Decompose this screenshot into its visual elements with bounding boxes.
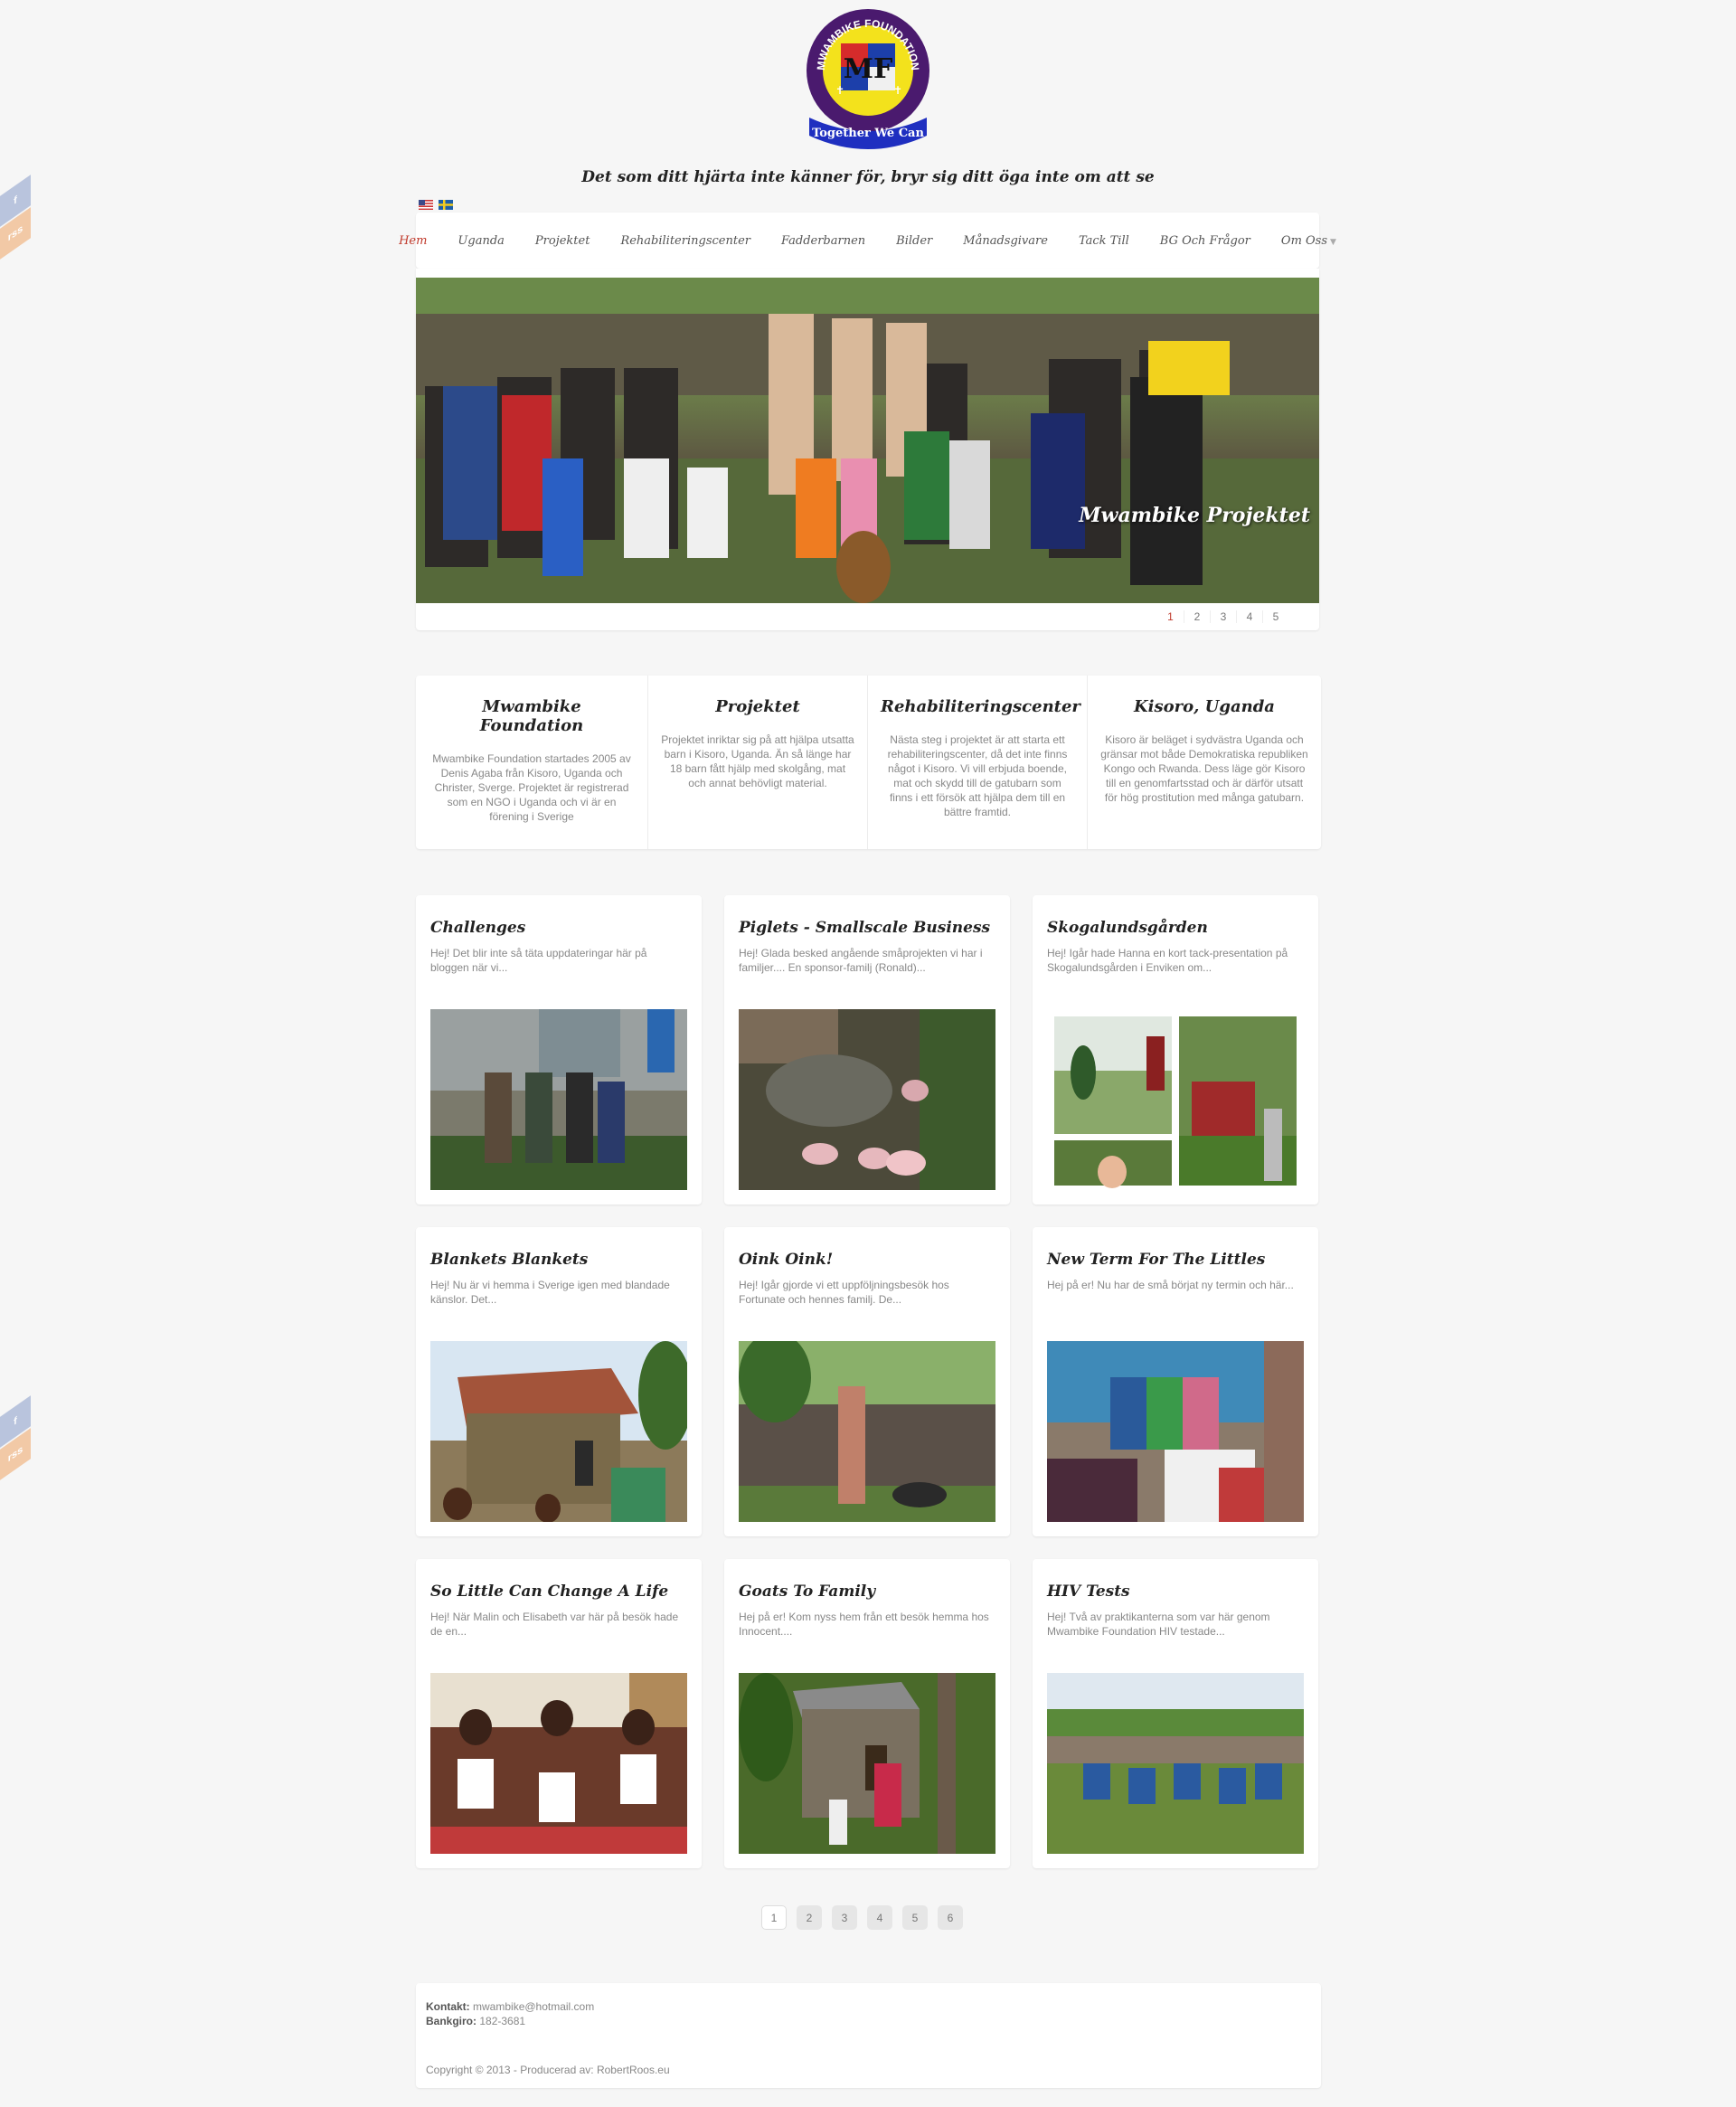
post-excerpt: Hej på er! Nu har de små börjat ny termi… bbox=[1047, 1279, 1294, 1291]
footer-bankgiro: Bankgiro: 182-3681 bbox=[426, 2014, 1311, 2028]
svg-text:✝: ✝ bbox=[835, 84, 844, 97]
feature-title: Rehabiliteringscenter bbox=[881, 697, 1080, 716]
post-card[interactable]: Challenges Hej! Det blir inte så täta up… bbox=[416, 895, 702, 1205]
slider-page[interactable]: 5 bbox=[1262, 610, 1288, 623]
post-excerpt: Hej! Det blir inte så täta uppdateringar… bbox=[430, 947, 647, 974]
feature-box: Projektet Projektet inriktar sig på att … bbox=[648, 676, 868, 849]
image-slider: Mwambike Projektet 1 2 3 4 5 bbox=[416, 269, 1319, 630]
us-flag-icon[interactable] bbox=[419, 200, 433, 210]
contact-email[interactable]: mwambike@hotmail.com bbox=[473, 2000, 594, 2013]
post-thumbnail[interactable] bbox=[1047, 1673, 1304, 1854]
post-excerpt: Hej! Glada besked angående småprojekten … bbox=[739, 947, 983, 974]
nav-item-hem[interactable]: Hem bbox=[383, 234, 442, 248]
copyright: Copyright © 2013 - Producerad av: Robert… bbox=[426, 2064, 670, 2076]
nav-item-bilder[interactable]: Bilder bbox=[881, 234, 948, 248]
post-title[interactable]: Goats To Family bbox=[739, 1583, 995, 1601]
feature-title: Projektet bbox=[715, 697, 800, 716]
slider-pager: 1 2 3 4 5 bbox=[1157, 610, 1288, 623]
post-excerpt: Hej! Två av praktikanterna som var här g… bbox=[1047, 1611, 1270, 1638]
footer-contact: Kontakt: mwambike@hotmail.com bbox=[426, 1999, 1311, 2014]
post-card[interactable]: Piglets - Smallscale Business Hej! Glada… bbox=[724, 895, 1010, 1205]
social-tab-bottom: f rss bbox=[0, 1395, 31, 1480]
post-excerpt: Hej på er! Kom nyss hem från ett besök h… bbox=[739, 1611, 989, 1638]
post-thumbnail[interactable] bbox=[1047, 1009, 1304, 1190]
post-excerpt: Hej! Igår gjorde vi ett uppföljningsbesö… bbox=[739, 1279, 949, 1306]
feature-text: Mwambike Foundation startades 2005 av De… bbox=[432, 752, 631, 823]
post-title[interactable]: HIV Tests bbox=[1047, 1583, 1304, 1601]
post-thumbnail[interactable] bbox=[1047, 1341, 1304, 1522]
feature-text: Nästa steg i projektet är att starta ett… bbox=[887, 733, 1068, 818]
post-thumbnail[interactable] bbox=[430, 1673, 687, 1854]
post-card[interactable]: Oink Oink! Hej! Igår gjorde vi ett uppfö… bbox=[724, 1227, 1010, 1536]
post-card[interactable]: So Little Can Change A Life Hej! När Mal… bbox=[416, 1559, 702, 1868]
tagline: Det som ditt hjärta inte känner för, bry… bbox=[581, 168, 1155, 186]
page-button[interactable]: 3 bbox=[832, 1905, 857, 1930]
contact-label: Kontakt: bbox=[426, 2000, 470, 2013]
slider-page[interactable]: 4 bbox=[1236, 610, 1262, 623]
pagination: 1 2 3 4 5 6 bbox=[761, 1905, 963, 1930]
logo-banner: Together We Can bbox=[812, 127, 924, 140]
post-excerpt: Hej! När Malin och Elisabeth var här på … bbox=[430, 1611, 679, 1638]
post-card[interactable]: Goats To Family Hej på er! Kom nyss hem … bbox=[724, 1559, 1010, 1868]
post-card[interactable]: New Term For The Littles Hej på er! Nu h… bbox=[1033, 1227, 1318, 1536]
page-button[interactable]: 2 bbox=[797, 1905, 822, 1930]
post-excerpt: Hej! Igår hade Hanna en kort tack-presen… bbox=[1047, 947, 1288, 974]
nav-item-uganda[interactable]: Uganda bbox=[442, 234, 519, 248]
main-nav: Hem Uganda Projektet Rehabiliteringscent… bbox=[399, 213, 1336, 269]
feature-title: Mwambike Foundation bbox=[479, 697, 584, 735]
page-button[interactable]: 1 bbox=[761, 1905, 787, 1930]
logo[interactable]: MWAMBIKE FOUNDATION MF ✝ ✝ Together We C… bbox=[805, 7, 931, 152]
post-excerpt: Hej! Nu är vi hemma i Sverige igen med b… bbox=[430, 1279, 670, 1306]
slider-page[interactable]: 1 bbox=[1157, 610, 1184, 623]
nav-item-tack-till[interactable]: Tack Till bbox=[1063, 234, 1145, 248]
post-card[interactable]: HIV Tests Hej! Två av praktikanterna som… bbox=[1033, 1559, 1318, 1868]
bankgiro-label: Bankgiro: bbox=[426, 2015, 477, 2027]
slider-page[interactable]: 2 bbox=[1184, 610, 1210, 623]
post-title[interactable]: So Little Can Change A Life bbox=[430, 1583, 687, 1601]
feature-box: Mwambike Foundation Mwambike Foundation … bbox=[416, 676, 648, 849]
post-title[interactable]: Blankets Blankets bbox=[430, 1251, 687, 1269]
nav-item-rehabiliteringscenter[interactable]: Rehabiliteringscenter bbox=[605, 234, 766, 248]
post-title[interactable]: Piglets - Smallscale Business bbox=[739, 919, 995, 937]
post-thumbnail[interactable] bbox=[430, 1341, 687, 1522]
post-title[interactable]: New Term For The Littles bbox=[1047, 1251, 1304, 1269]
post-thumbnail[interactable] bbox=[739, 1341, 995, 1522]
post-title[interactable]: Challenges bbox=[430, 919, 687, 937]
page-button[interactable]: 4 bbox=[867, 1905, 892, 1930]
post-thumbnail[interactable] bbox=[739, 1673, 995, 1854]
feature-text: Projektet inriktar sig på att hjälpa uts… bbox=[661, 733, 854, 789]
svg-text:✝: ✝ bbox=[893, 84, 902, 97]
page-button[interactable]: 5 bbox=[902, 1905, 928, 1930]
nav-item-projektet[interactable]: Projektet bbox=[520, 234, 606, 248]
post-title[interactable]: Skogalundsgården bbox=[1047, 919, 1304, 937]
nav-item-om-oss[interactable]: Om Oss ▼ bbox=[1266, 234, 1352, 248]
bankgiro-value: 182-3681 bbox=[479, 2015, 526, 2027]
feature-boxes: Mwambike Foundation Mwambike Foundation … bbox=[416, 676, 1321, 849]
language-selector bbox=[419, 200, 453, 210]
post-thumbnail[interactable] bbox=[430, 1009, 687, 1190]
feature-text: Kisoro är beläget i sydvästra Uganda och… bbox=[1100, 733, 1308, 804]
chevron-down-icon: ▼ bbox=[1330, 237, 1336, 247]
slider-caption: Mwambike Projektet bbox=[1079, 504, 1310, 527]
post-card[interactable]: Blankets Blankets Hej! Nu är vi hemma i … bbox=[416, 1227, 702, 1536]
slider-image[interactable]: Mwambike Projektet bbox=[416, 278, 1319, 603]
post-thumbnail[interactable] bbox=[739, 1009, 995, 1190]
swedish-flag-icon[interactable] bbox=[439, 200, 453, 210]
nav-item-fadderbarnen[interactable]: Fadderbarnen bbox=[766, 234, 881, 248]
slider-page[interactable]: 3 bbox=[1210, 610, 1236, 623]
svg-text:MF: MF bbox=[844, 53, 893, 85]
nav-item-bg-och-fragor[interactable]: BG Och Frågor bbox=[1145, 234, 1266, 248]
post-title[interactable]: Oink Oink! bbox=[739, 1251, 995, 1269]
feature-title: Kisoro, Uganda bbox=[1134, 697, 1275, 716]
feature-box: Kisoro, Uganda Kisoro är beläget i sydvä… bbox=[1088, 676, 1321, 849]
nav-item-manadsgivare[interactable]: Månadsgivare bbox=[948, 234, 1063, 248]
nav-item-label: Om Oss bbox=[1280, 233, 1328, 248]
social-tab-top: f rss bbox=[0, 175, 31, 260]
footer: Kontakt: mwambike@hotmail.com Bankgiro: … bbox=[416, 1983, 1321, 2088]
feature-box: Rehabiliteringscenter Nästa steg i proje… bbox=[868, 676, 1088, 849]
page-button[interactable]: 6 bbox=[938, 1905, 963, 1930]
post-card[interactable]: Skogalundsgården Hej! Igår hade Hanna en… bbox=[1033, 895, 1318, 1205]
